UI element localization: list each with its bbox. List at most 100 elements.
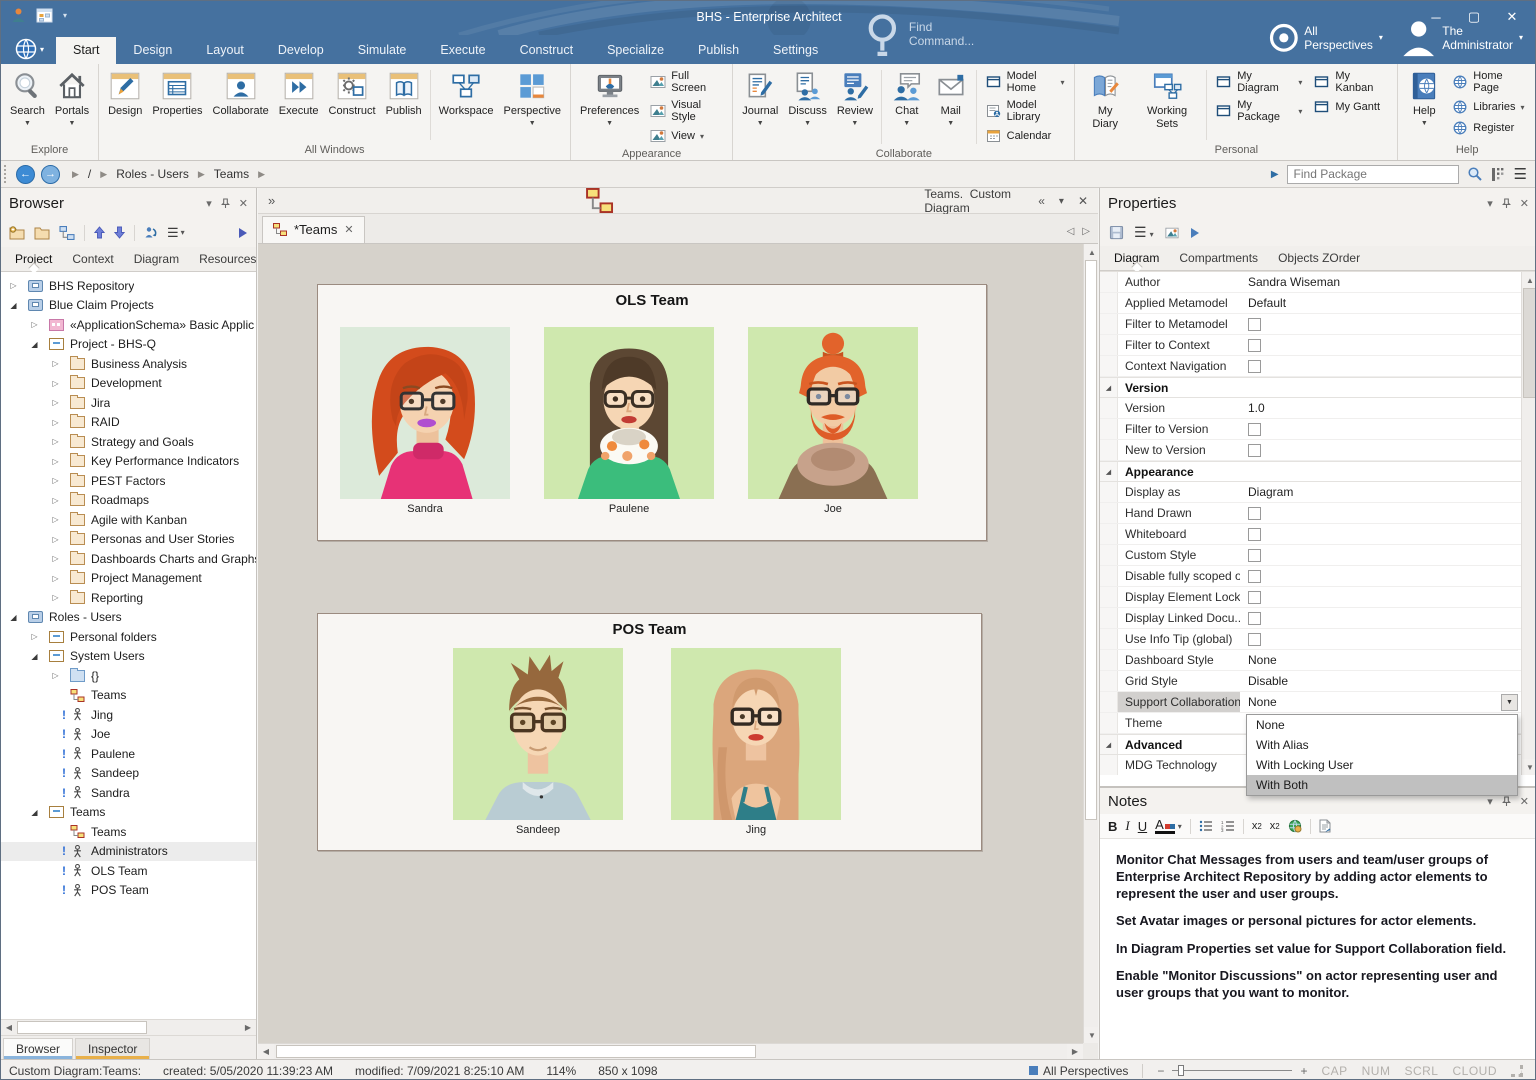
hamburger-menu-icon[interactable]: ☰ [1514,165,1527,183]
chat-button[interactable]: Chat▼ [885,67,929,147]
browser-menu-icon[interactable]: ▾ [206,197,212,210]
combo-dropdown-button[interactable]: ▼ [1501,694,1518,711]
property-section-version[interactable]: ◢Version [1100,377,1521,398]
property-row-display-linked-docu[interactable]: Display Linked Docu... [1100,608,1521,629]
checkbox-custom-style[interactable] [1248,549,1261,562]
bottom-tab-inspector[interactable]: Inspector [75,1038,150,1059]
preferences-button[interactable]: Preferences▼ [575,67,644,147]
expand-arrow-icon[interactable]: ▶ [1271,169,1279,180]
workspace-button[interactable]: Workspace [434,67,499,143]
bullet-list-icon[interactable] [1199,820,1213,832]
ribbon-tab-execute[interactable]: Execute [423,37,502,64]
tree-item-blue-claim-projects[interactable]: ◢Blue Claim Projects [1,296,256,316]
my-package-button[interactable]: My Package▾ [1212,98,1306,124]
model-library-button[interactable]: Model Library [982,98,1069,124]
mail-button[interactable]: Mail▼ [929,67,973,147]
tree-expand-icon[interactable]: ▷ [49,593,62,602]
checkbox-disable-fully-scoped-o[interactable] [1248,570,1261,583]
my-diary-button[interactable]: My Diary [1079,67,1130,143]
dropdown-option-with-both[interactable]: With Both [1247,775,1517,795]
app-logo-icon[interactable]: ▾ [1,38,56,64]
tree-expand-icon[interactable]: ▷ [49,418,62,427]
zoom-in-icon[interactable]: + [1300,1064,1307,1078]
tree-expand-icon[interactable]: ▷ [49,398,62,407]
support-collaboration-dropdown[interactable]: NoneWith AliasWith Locking UserWith Both [1246,714,1518,796]
toolbar-grip[interactable] [4,165,10,183]
actor-jing[interactable]: Jing [671,648,841,836]
status-perspectives[interactable]: All Perspectives [1029,1064,1128,1078]
ribbon-tab-construct[interactable]: Construct [503,37,591,64]
tree-item-roles-users[interactable]: ◢Roles - Users [1,608,256,628]
property-row-author[interactable]: AuthorSandra Wiseman [1100,272,1521,293]
property-row-context-navigation[interactable]: Context Navigation [1100,356,1521,377]
tree-expand-icon[interactable]: ▷ [49,554,62,563]
visual-style-button[interactable]: Visual Style [646,98,726,124]
checkbox-hand-drawn[interactable] [1248,507,1261,520]
new-package-button[interactable] [9,226,25,240]
tree-item-raid[interactable]: ▷RAID [1,413,256,433]
tree-item-joe[interactable]: !Joe [1,725,256,745]
save-button[interactable] [1109,225,1124,240]
zoom-slider[interactable]: − + [1157,1064,1307,1078]
design-button[interactable]: Design [103,67,147,143]
breadcrumb-item-roles-users[interactable]: Roles - Users [116,167,189,181]
tree-expand-icon[interactable]: ◢ [28,340,41,349]
my-diagram-button[interactable]: My Diagram▾ [1212,69,1306,95]
tree-expand-icon[interactable]: ▷ [49,359,62,368]
tree-expand-icon[interactable]: ▷ [49,437,62,446]
tree-item-reporting[interactable]: ▷Reporting [1,588,256,608]
checkbox-filter-to-context[interactable] [1248,339,1261,352]
section-expand-icon[interactable]: ◢ [1100,735,1118,754]
tree-item-teams[interactable]: Teams [1,822,256,842]
help-button[interactable]: Help▼ [1402,67,1446,143]
tree-expand-icon[interactable]: ▷ [49,379,62,388]
superscript-button[interactable]: x2 [1252,820,1262,832]
tree-item-sandra[interactable]: !Sandra [1,783,256,803]
browser-play-icon[interactable] [238,227,248,239]
new-diagram-button[interactable] [59,226,75,240]
underline-button[interactable]: U [1138,819,1147,834]
breadcrumb-item-teams[interactable]: Teams [214,167,249,181]
ribbon-tab-design[interactable]: Design [116,37,189,64]
tree-item-jira[interactable]: ▷Jira [1,393,256,413]
tree-expand-icon[interactable]: ▷ [49,671,62,680]
calendar-button[interactable]: Calendar [982,127,1069,145]
checkbox-context-navigation[interactable] [1248,360,1261,373]
tree-item-project-bhs-q[interactable]: ◢Project - BHS-Q [1,335,256,355]
browser-tab-resources[interactable]: Resources [189,248,266,271]
property-row-disable-fully-scoped-o[interactable]: Disable fully scoped o... [1100,566,1521,587]
find-command[interactable]: Find Command... [863,12,974,57]
checkbox-whiteboard[interactable] [1248,528,1261,541]
collaborate-button[interactable]: Collaborate [208,67,274,143]
property-row-dashboard-style[interactable]: Dashboard StyleNone [1100,650,1521,671]
hyperlink-globe-icon[interactable] [1288,819,1302,833]
property-row-support-collaboration[interactable]: Support CollaborationNone▼ [1100,692,1521,713]
properties-play-icon[interactable] [1190,227,1200,239]
tree-item-[interactable]: ▷{} [1,666,256,686]
tree-item-key-performance-indicators[interactable]: ▷Key Performance Indicators [1,452,256,472]
working-sets-button[interactable]: Working Sets [1131,67,1203,143]
tree-item-personas-and-user-stories[interactable]: ▷Personas and User Stories [1,530,256,550]
view-button[interactable]: View▾ [646,127,726,145]
tree-item-agile-with-kanban[interactable]: ▷Agile with Kanban [1,510,256,530]
tree-item-pest-factors[interactable]: ▷PEST Factors [1,471,256,491]
properties-options-icon[interactable]: ☰▾ [1134,224,1154,241]
open-package-button[interactable] [34,226,50,240]
browser-tab-project[interactable]: Project [5,248,62,271]
tree-expand-icon[interactable]: ▷ [49,476,62,485]
property-row-filter-to-version[interactable]: Filter to Version [1100,419,1521,440]
tree-expand-icon[interactable]: ◢ [28,652,41,661]
libraries-button[interactable]: Libraries▾ [1448,98,1530,116]
execute-button[interactable]: Execute [274,67,324,143]
diagram-tab-teams[interactable]: *Teams ✕ [262,216,365,243]
tree-expand-icon[interactable]: ▷ [49,457,62,466]
property-row-version[interactable]: Version1.0 [1100,398,1521,419]
font-color-button[interactable]: A▾ [1155,818,1182,834]
tree-expand-icon[interactable]: ▷ [28,320,41,329]
tree-item-project-management[interactable]: ▷Project Management [1,569,256,589]
section-expand-icon[interactable]: ◢ [1100,462,1118,481]
properties-button[interactable]: Properties [147,67,207,143]
tree-expand-icon[interactable]: ◢ [7,613,20,622]
tree-item-dashboards-charts-and-graphs[interactable]: ▷Dashboards Charts and Graphs [1,549,256,569]
diagram-canvas[interactable]: OLS TeamSandraPauleneJoePOS TeamSandeepJ… [258,244,1083,1043]
